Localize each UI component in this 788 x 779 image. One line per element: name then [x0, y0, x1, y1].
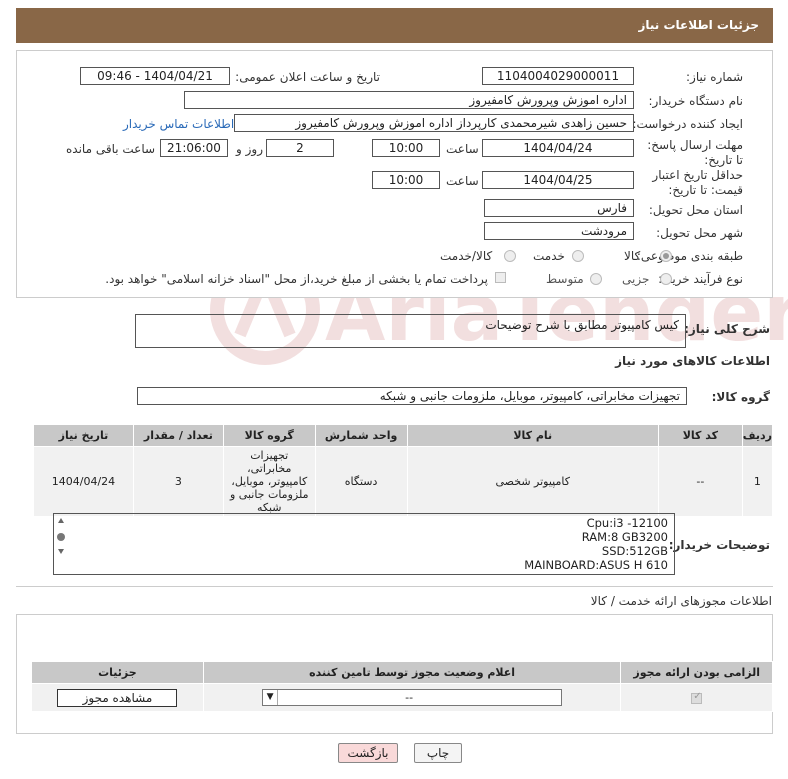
table-row[interactable]: 1 -- کامپیوتر شخصی دستگاه تجهیزات مخابرا…	[33, 446, 774, 517]
validity-time-label: ساعت	[446, 174, 479, 188]
description-label: شرح کلی نیاز:	[684, 322, 770, 336]
process-radio-minor[interactable]	[660, 273, 672, 285]
col-date: تاریخ نیاز	[33, 424, 134, 447]
permits-header: الزامی بودن ارائه مجوز اعلام وضعیت مجوز …	[31, 661, 773, 684]
col-name: نام کالا	[406, 424, 659, 447]
notes-scrollbar[interactable]	[57, 518, 65, 568]
cell-name: کامپیوتر شخصی	[406, 446, 659, 517]
col-status: اعلام وضعیت مجوز توسط تامین کننده	[202, 661, 622, 684]
col-code: کد کالا	[657, 424, 743, 447]
items-section-title: اطلاعات کالاهای مورد نیاز	[615, 354, 770, 368]
city-label: شهر محل تحویل:	[656, 226, 743, 240]
creator-field[interactable]: حسین زاهدی شیرمحمدی کارپرداز اداره اموزش…	[234, 114, 634, 132]
scroll-thumb[interactable]	[57, 533, 65, 541]
days-label: روز و	[236, 142, 263, 156]
scroll-up-icon[interactable]	[58, 518, 64, 523]
deadline-time-label: ساعت	[446, 142, 479, 156]
items-table-wrap: ردیف کد کالا نام کالا واحد شمارش گروه کا…	[33, 424, 774, 517]
announce-label: تاریخ و ساعت اعلان عمومی:	[235, 70, 380, 84]
table-row: ✓ -- ▼ مشاهده مجوز	[31, 683, 773, 712]
cell-date: 1404/04/24	[33, 446, 134, 517]
province-field[interactable]: فارس	[484, 199, 634, 217]
group-field[interactable]: تجهیزات مخابراتی، کامپیوتر، موبایل، ملزو…	[137, 387, 687, 405]
cell-details: مشاهده مجوز	[31, 683, 204, 712]
category-option-goods: کالا	[624, 249, 641, 263]
notes-line: RAM:8 GB3200	[581, 530, 668, 544]
col-unit: واحد شمارش	[314, 424, 408, 447]
province-label: استان محل تحویل:	[648, 203, 743, 217]
notes-line: Cpu:i3 -12100	[586, 516, 668, 530]
process-option-medium: متوسط	[546, 272, 584, 286]
permits-table: الزامی بودن ارائه مجوز اعلام وضعیت مجوز …	[31, 661, 773, 712]
col-group: گروه کالا	[222, 424, 316, 447]
announce-field[interactable]: 1404/04/21 - 09:46	[80, 67, 230, 85]
validity-date-field[interactable]: 1404/04/25	[482, 171, 634, 189]
items-table-header: ردیف کد کالا نام کالا واحد شمارش گروه کا…	[33, 424, 774, 447]
permits-table-wrap: الزامی بودن ارائه مجوز اعلام وضعیت مجوز …	[31, 661, 773, 712]
cell-qty: 3	[132, 446, 224, 517]
payment-note: پرداخت تمام یا بخشی از مبلغ خرید،از محل …	[105, 272, 488, 286]
treasury-checkbox[interactable]	[495, 272, 506, 283]
description-textarea[interactable]: کیس کامپیوتر مطابق با شرح توضیحات	[135, 314, 686, 348]
print-button[interactable]: چاپ	[414, 743, 462, 763]
need-number-label: شماره نیاز:	[686, 70, 743, 84]
chevron-down-icon[interactable]: ▼	[263, 690, 279, 705]
page-header: جزئیات اطلاعات نیاز	[16, 8, 773, 43]
buyer-notes-label: توضیحات خریدار:	[668, 538, 770, 552]
cell-status: -- ▼	[202, 683, 622, 712]
creator-label: ایجاد کننده درخواست:	[632, 117, 743, 131]
cell-row: 1	[741, 446, 774, 517]
col-qty: تعداد / مقدار	[132, 424, 224, 447]
category-radio-service[interactable]	[572, 250, 584, 262]
process-radio-medium[interactable]	[590, 273, 602, 285]
buyer-notes-textarea[interactable]: Cpu:i3 -12100 RAM:8 GB3200 SSD:512GB MAI…	[53, 513, 675, 575]
required-checkbox: ✓	[691, 690, 703, 704]
permit-status-select[interactable]: -- ▼	[262, 689, 563, 706]
remaining-time-field[interactable]: 21:06:00	[160, 139, 228, 157]
cell-required: ✓	[620, 683, 773, 712]
remaining-label: ساعت باقی مانده	[66, 142, 156, 156]
need-number-field[interactable]: 1104004029000011	[482, 67, 634, 85]
deadline-label: مهلت ارسال پاسخ: تا تاریخ:	[647, 138, 743, 167]
permit-status-value: --	[405, 691, 414, 704]
validity-time-field[interactable]: 10:00	[372, 171, 440, 189]
category-radio-both[interactable]	[504, 250, 516, 262]
buyer-org-label: نام دستگاه خریدار:	[648, 94, 744, 108]
view-permit-button[interactable]: مشاهده مجوز	[57, 688, 178, 707]
col-required: الزامی بودن ارائه مجوز	[620, 661, 773, 684]
category-radio-goods[interactable]	[660, 250, 672, 262]
group-label: گروه کالا:	[711, 390, 770, 404]
notes-line: SSD:512GB	[601, 544, 668, 558]
items-table: ردیف کد کالا نام کالا واحد شمارش گروه کا…	[33, 424, 774, 517]
city-field[interactable]: مرودشت	[484, 222, 634, 240]
category-option-both: کالا/خدمت	[440, 249, 493, 263]
validity-label: حداقل تاریخ اعتبار قیمت: تا تاریخ:	[652, 168, 743, 197]
cell-unit: دستگاه	[314, 446, 408, 517]
deadline-time-field[interactable]: 10:00	[372, 139, 440, 157]
category-radio-group: کالا خدمت کالا/خدمت	[438, 248, 678, 266]
scroll-down-icon[interactable]	[58, 549, 64, 554]
deadline-date-field[interactable]: 1404/04/24	[482, 139, 634, 157]
page-title: جزئیات اطلاعات نیاز	[638, 18, 759, 32]
contact-buyer-link[interactable]: اطلاعات تماس خریدار	[123, 117, 234, 131]
divider	[16, 586, 773, 587]
notes-line: MAINBOARD:ASUS H 610	[524, 558, 668, 572]
cell-group: تجهیزات مخابراتی، کامپیوتر، موبایل، ملزو…	[222, 446, 316, 517]
permits-title: اطلاعات مجوزهای ارائه خدمت / کالا	[590, 594, 772, 608]
category-option-service: خدمت	[533, 249, 565, 263]
col-row: ردیف	[741, 424, 774, 447]
cell-code: --	[657, 446, 743, 517]
buyer-org-field[interactable]: اداره اموزش وپرورش کامفیروز	[184, 91, 634, 109]
back-button[interactable]: بازگشت	[338, 743, 398, 763]
days-field[interactable]: 2	[266, 139, 334, 157]
col-details: جزئیات	[31, 661, 204, 684]
process-option-minor: جزیی	[622, 272, 650, 286]
